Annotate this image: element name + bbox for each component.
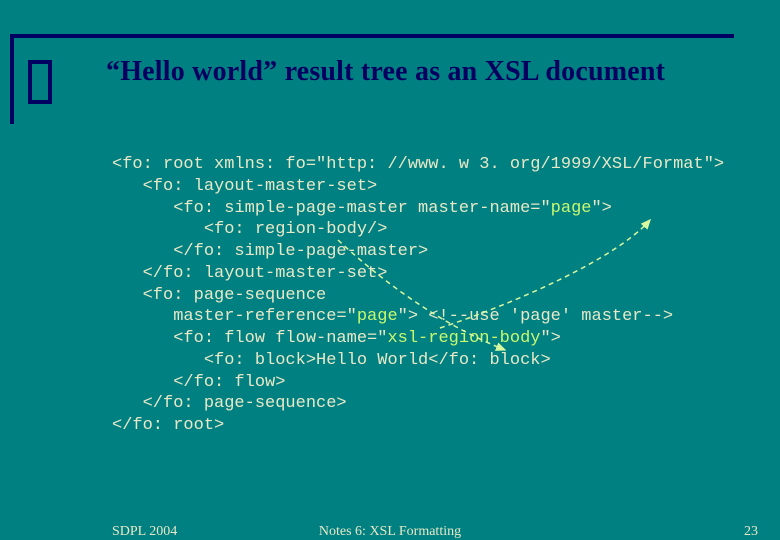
code-line: </fo: simple-page-master> [112,241,724,263]
code-line: <fo: region-body/> [112,219,724,241]
code-line: <fo: simple-page-master master-name="pag… [112,198,724,220]
code-line: <fo: block>Hello World</fo: block> [112,350,724,372]
code-line: <fo: root xmlns: fo="http: //www. w 3. o… [112,154,724,176]
code-line: master-reference="page"> <!--use 'page' … [112,306,724,328]
code-line: <fo: layout-master-set> [112,176,724,198]
header-rule-left [10,34,14,124]
code-block: <fo: root xmlns: fo="http: //www. w 3. o… [112,154,724,437]
code-line: </fo: flow> [112,372,724,394]
code-line: <fo: flow flow-name="xsl-region-body"> [112,328,724,350]
code-line: </fo: layout-master-set> [112,263,724,285]
highlighted-text: page [551,199,592,218]
code-line: <fo: page-sequence [112,285,724,307]
footer-center: Notes 6: XSL Formatting [319,524,461,540]
slide-title: “Hello world” result tree as an XSL docu… [106,56,665,88]
footer-page-number: 23 [744,524,758,540]
header-rule-top [10,34,734,38]
footer-left: SDPL 2004 [112,524,177,540]
code-line: </fo: page-sequence> [112,393,724,415]
highlighted-text: page [357,307,398,326]
code-line: </fo: root> [112,415,724,437]
highlighted-text: xsl-region-body [387,329,540,348]
header-box-decoration [28,60,52,104]
